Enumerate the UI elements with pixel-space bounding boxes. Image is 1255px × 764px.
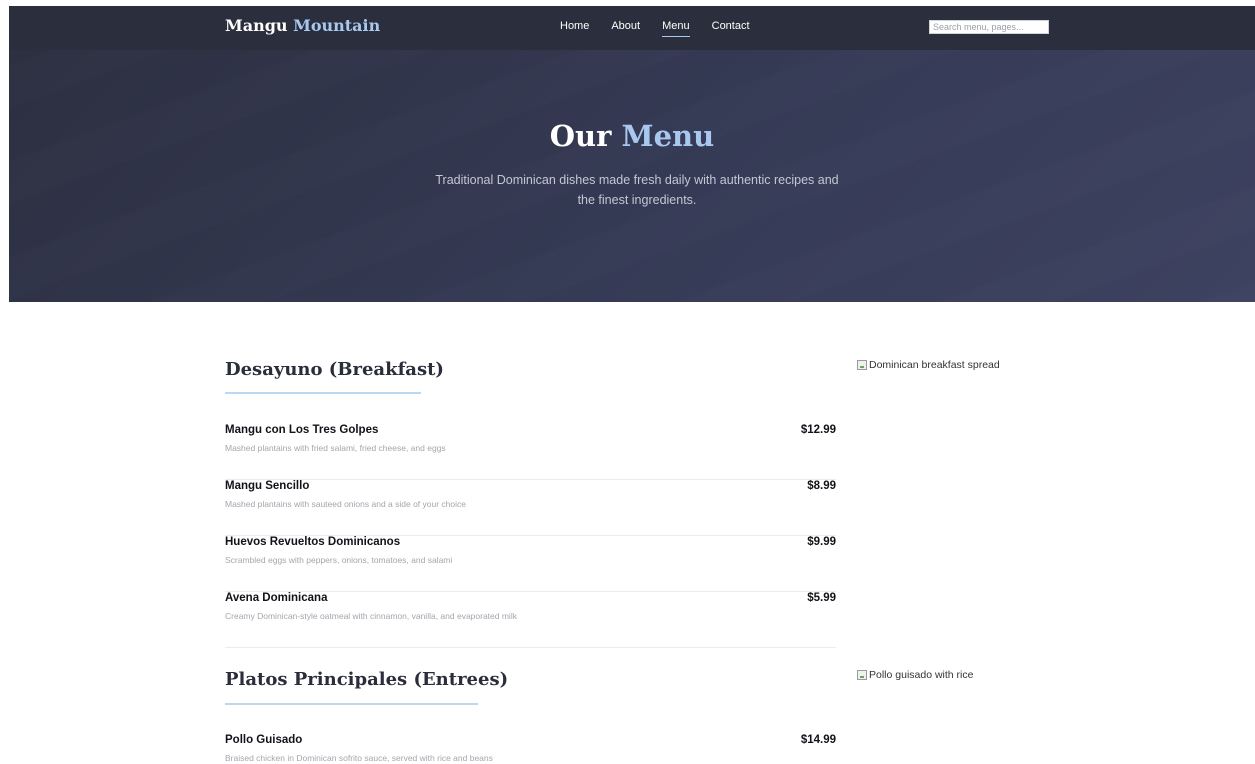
brand-logo[interactable]: Mangu Mountain — [225, 16, 380, 35]
image-alt-text: Pollo guisado with rice — [869, 669, 974, 681]
nav-links: Home About Menu Contact — [560, 20, 750, 37]
menu-item: Mangu con Los Tres Golpes $12.99 Mashed … — [225, 424, 836, 480]
search-input[interactable] — [929, 20, 1049, 34]
menu-item-description: Braised chicken in Dominican sofrito sau… — [225, 753, 493, 763]
menu-item-name: Huevos Revueltos Dominicanos — [225, 536, 401, 548]
image-alt-text: Dominican breakfast spread — [869, 359, 1000, 371]
menu-item-name: Mangu Sencillo — [225, 480, 310, 492]
section-title-breakfast: Desayuno (Breakfast) — [225, 359, 444, 380]
menu-item: Huevos Revueltos Dominicanos $9.99 Scram… — [225, 536, 836, 592]
menu-item-description: Scrambled eggs with peppers, onions, tom… — [225, 555, 453, 565]
nav-link-contact[interactable]: Contact — [712, 20, 750, 36]
hero-banner: Mangu Mountain Home About Menu Contact O… — [9, 6, 1255, 302]
section-divider — [225, 392, 421, 394]
breakfast-image: Dominican breakfast spread — [857, 359, 1000, 371]
menu-item-name: Pollo Guisado — [225, 734, 303, 746]
brand-name: Mangu — [225, 16, 288, 35]
top-navigation: Mangu Mountain Home About Menu Contact — [9, 6, 1255, 50]
menu-item: Mangu Sencillo $8.99 Mashed plantains wi… — [225, 480, 836, 536]
entrees-image: Pollo guisado with rice — [857, 669, 973, 681]
nav-link-about[interactable]: About — [611, 20, 640, 36]
menu-item-price: $9.99 — [807, 536, 836, 548]
menu-item-description: Creamy Dominican-style oatmeal with cinn… — [225, 611, 517, 621]
menu-item: Avena Dominicana $5.99 Creamy Dominican-… — [225, 592, 836, 648]
page-title: Our Menu — [9, 119, 1255, 153]
brand-name-accent: Mountain — [293, 16, 381, 35]
menu-item-price: $14.99 — [800, 734, 836, 746]
menu-item-name: Avena Dominicana — [225, 592, 328, 604]
nav-link-menu[interactable]: Menu — [662, 20, 690, 37]
page-title-main: Our — [549, 119, 612, 153]
menu-item-price: $8.99 — [807, 480, 836, 492]
broken-image-icon — [857, 670, 867, 680]
broken-image-icon — [857, 360, 867, 370]
menu-item-description: Mashed plantains with fried salami, frie… — [225, 443, 446, 453]
menu-item-description: Mashed plantains with sauteed onions and… — [225, 499, 466, 509]
menu-item-price: $5.99 — [807, 592, 836, 604]
page-title-accent: Menu — [621, 119, 715, 153]
menu-item: Pollo Guisado $14.99 Braised chicken in … — [225, 734, 836, 764]
section-title-entrees: Platos Principales (Entrees) — [225, 669, 509, 690]
menu-item-name: Mangu con Los Tres Golpes — [225, 424, 379, 436]
nav-link-home[interactable]: Home — [560, 20, 589, 36]
menu-item-price: $12.99 — [800, 424, 836, 436]
page-subtitle: Traditional Dominican dishes made fresh … — [435, 173, 839, 207]
section-divider — [225, 703, 478, 705]
